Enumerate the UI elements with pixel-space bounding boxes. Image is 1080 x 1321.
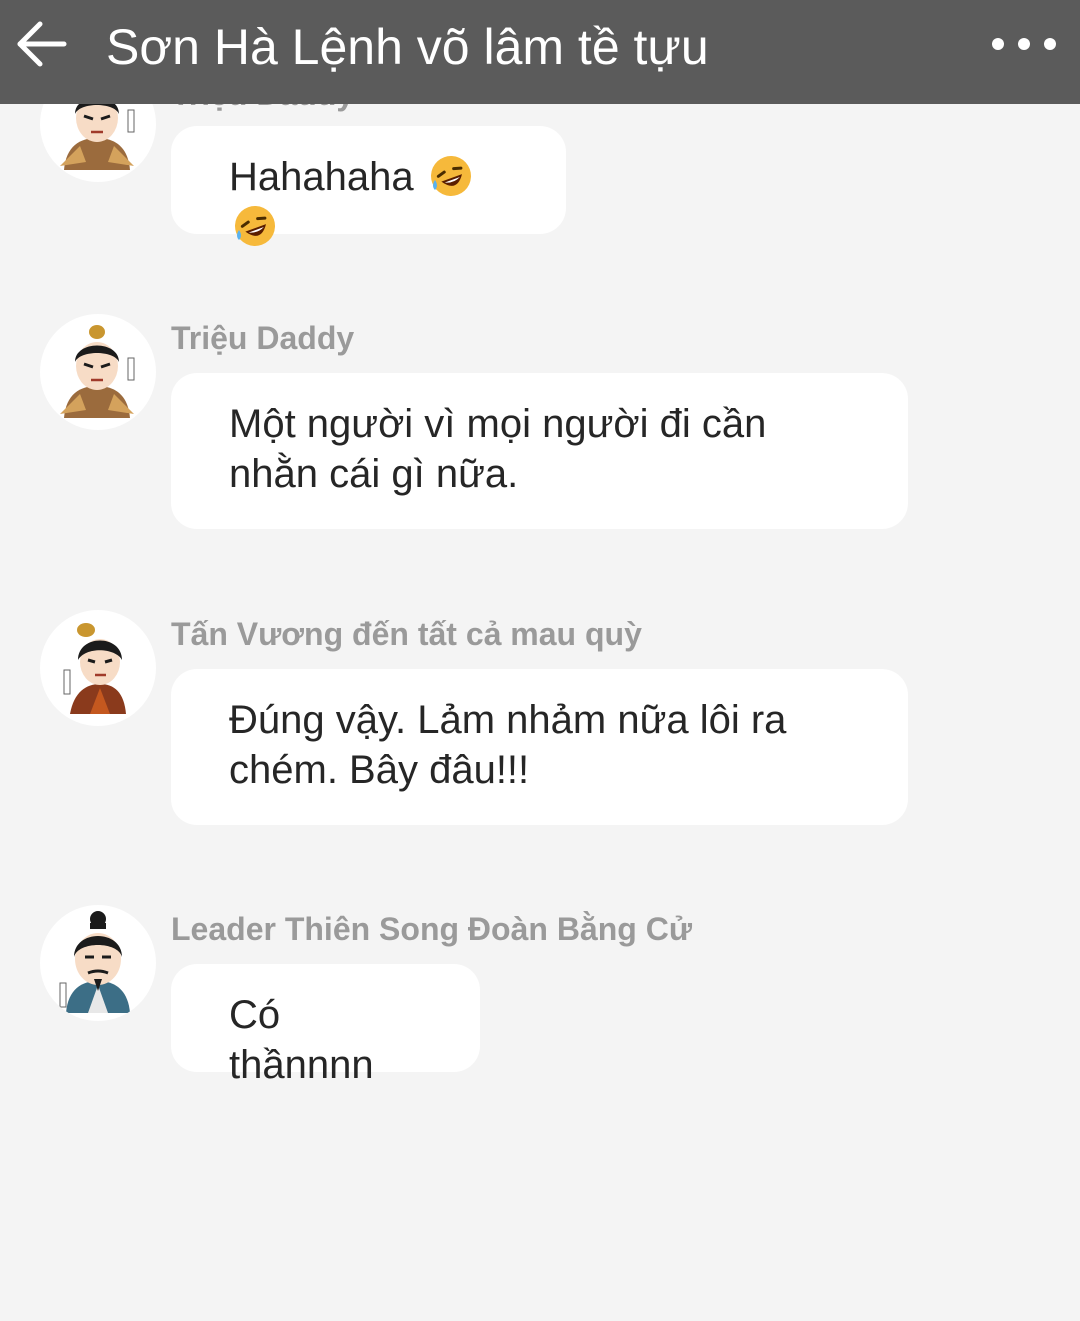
message-list[interactable]: Triệu Daddy Hahahaha (0, 0, 1080, 1321)
warrior-avatar-icon (60, 325, 135, 418)
sender-name: Tấn Vương đến tất cả mau quỳ (171, 616, 642, 652)
message-bubble[interactable]: Đúng vậy. Lảm nhảm nữa lôi ra chém. Bây … (171, 669, 908, 825)
avatar[interactable] (40, 610, 156, 726)
avatar[interactable] (40, 314, 156, 430)
message-bubble[interactable]: Hahahaha (171, 126, 566, 246)
arrow-left-icon[interactable] (14, 14, 70, 74)
rofl-emoji-icon (430, 156, 471, 196)
sender-name: Leader Thiên Song Đoàn Bằng Cử (171, 911, 692, 947)
more-horizontal-icon[interactable] (988, 28, 1060, 60)
top-app-bar: Sơn Hà Lệnh võ lâm tề tựu (0, 0, 1080, 104)
rofl-emoji-icon (235, 206, 275, 246)
avatar[interactable] (40, 905, 156, 1021)
scholar-avatar-icon (59, 911, 130, 1013)
sender-name: Triệu Daddy (171, 320, 355, 356)
chat-title: Sơn Hà Lệnh võ lâm tề tựu (106, 19, 709, 75)
king-avatar-icon (63, 623, 126, 714)
message-bubble[interactable]: Một người vì mọi người đi cần nhằn cái g… (171, 373, 908, 529)
message-text: Một người vì mọi người đi cần nhằn cái g… (229, 402, 767, 496)
message-bubble[interactable]: Có thầnnnn (171, 964, 480, 1087)
message-text: Hahahaha (229, 155, 414, 199)
chat-screen: Triệu Daddy Hahahaha (0, 0, 1080, 1321)
message-text: Đúng vậy. Lảm nhảm nữa lôi ra chém. Bây … (229, 698, 787, 792)
message-text: Có thầnnnn (229, 993, 374, 1087)
